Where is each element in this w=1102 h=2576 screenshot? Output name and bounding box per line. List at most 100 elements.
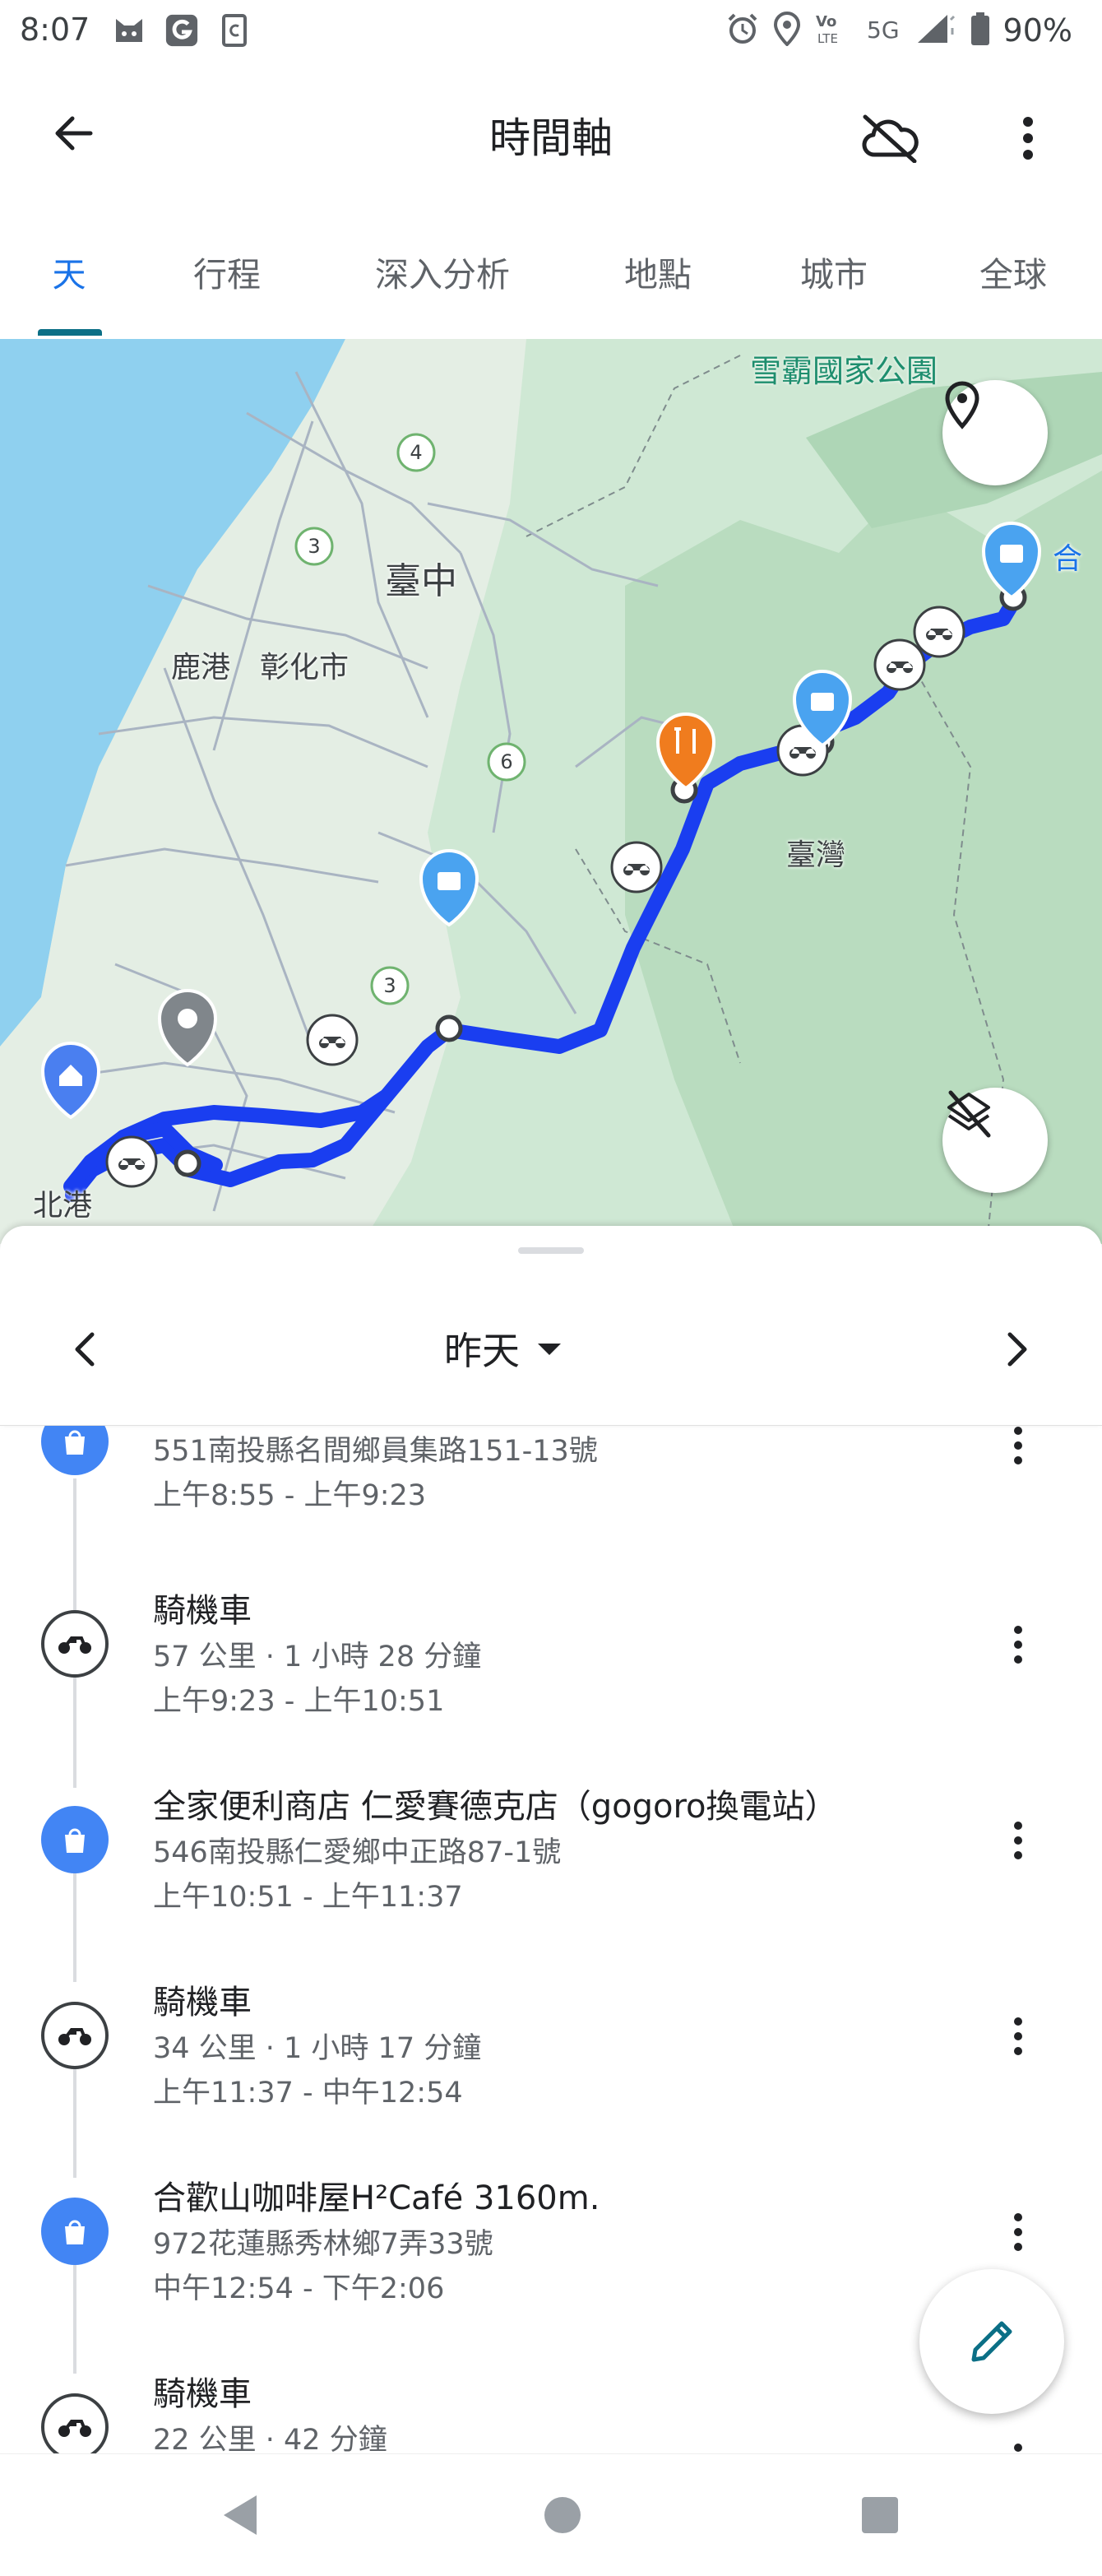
circle-home-icon bbox=[544, 2497, 581, 2533]
nav-back-button[interactable] bbox=[207, 2482, 273, 2548]
activity-distance-duration: 34 公里 · 1 小時 17 分鐘 bbox=[153, 2032, 482, 2065]
more-vert-icon bbox=[1014, 2213, 1022, 2251]
dropdown-arrow-icon bbox=[538, 1344, 561, 1355]
chevron-left-icon bbox=[75, 1332, 95, 1367]
route-badge-3b: 3 bbox=[383, 974, 396, 997]
more-vert-icon bbox=[1014, 1822, 1022, 1859]
location-pin-button[interactable] bbox=[942, 380, 1048, 485]
svg-text:5G: 5G bbox=[867, 16, 900, 44]
route-badge-4: 4 bbox=[410, 441, 422, 464]
shopping-bag-icon bbox=[41, 1426, 109, 1475]
day-label: 昨天 bbox=[444, 1329, 520, 1373]
more-vert-icon bbox=[1014, 2017, 1022, 2055]
signal-icon bbox=[914, 12, 957, 49]
layers-off-button[interactable] bbox=[942, 1088, 1048, 1193]
activity-distance-duration: 57 公里 · 1 小時 28 分鐘 bbox=[153, 1641, 482, 1673]
day-selector[interactable]: 昨天 bbox=[444, 1311, 563, 1385]
drag-handle[interactable] bbox=[518, 1247, 584, 1254]
item-more-button[interactable] bbox=[995, 1612, 1041, 1678]
location-icon bbox=[773, 11, 801, 49]
activity-title: 騎機車 bbox=[153, 1592, 252, 1630]
page-title: 時間軸 bbox=[489, 114, 613, 162]
tab-insights[interactable]: 深入分析 bbox=[375, 247, 510, 296]
map-label-lukang: 鹿港 bbox=[171, 651, 231, 685]
nav-recents-button[interactable] bbox=[847, 2482, 913, 2548]
back-button[interactable] bbox=[41, 100, 107, 166]
map-label-hehuan: 合 bbox=[1053, 542, 1083, 576]
motorcycle-icon bbox=[41, 2393, 109, 2454]
more-vert-icon bbox=[1014, 1626, 1022, 1664]
tab-cities[interactable]: 城市 bbox=[800, 247, 868, 296]
place-time-range: 上午8:55 - 上午9:23 bbox=[153, 1479, 427, 1512]
system-nav-bar bbox=[0, 2453, 1102, 2576]
previous-day-button[interactable] bbox=[58, 1316, 110, 1382]
bottom-sheet-header: 昨天 bbox=[0, 1226, 1102, 1425]
c-badge-icon bbox=[217, 12, 252, 49]
more-vert-icon bbox=[1014, 1427, 1022, 1464]
item-more-button[interactable] bbox=[995, 2199, 1041, 2265]
item-more-button[interactable] bbox=[995, 2003, 1041, 2069]
more-vert-icon bbox=[1023, 117, 1033, 160]
g-logo-icon bbox=[164, 12, 199, 49]
alarm-icon bbox=[725, 12, 760, 49]
route-badge-3a: 3 bbox=[308, 535, 320, 558]
tab-bar: 天 行程 深入分析 地點 城市 全球 bbox=[0, 230, 1102, 339]
tab-trips[interactable]: 行程 bbox=[193, 247, 261, 296]
map-label-beigang: 北港 bbox=[33, 1189, 93, 1223]
activity-title: 騎機車 bbox=[153, 1984, 252, 2021]
triangle-back-icon bbox=[224, 2495, 257, 2535]
map-label-changhua: 彰化市 bbox=[260, 651, 350, 685]
cloud-off-icon bbox=[862, 114, 919, 163]
cloud-off-button[interactable] bbox=[852, 105, 928, 171]
place-pin-icon bbox=[945, 381, 979, 429]
place-name: 全家便利商店 仁愛賽德克店（gogoro換電站） bbox=[153, 1788, 838, 1826]
shopping-bag-icon bbox=[41, 1806, 109, 1873]
activity-title: 騎機車 bbox=[153, 2375, 252, 2413]
5g-icon: 5G bbox=[867, 12, 901, 49]
more-options-button[interactable] bbox=[995, 105, 1061, 171]
more-vert-icon bbox=[1014, 2444, 1022, 2452]
status-time: 8:07 bbox=[20, 12, 90, 48]
place-address: 972花蓮縣秀林鄉7弄33號 bbox=[153, 2228, 493, 2261]
app-bar: 時間軸 bbox=[0, 69, 1102, 193]
nav-home-button[interactable] bbox=[530, 2482, 595, 2548]
item-more-button[interactable] bbox=[995, 1808, 1041, 1873]
next-day-button[interactable] bbox=[992, 1316, 1044, 1382]
chevron-right-icon bbox=[1007, 1332, 1027, 1367]
shopping-bag-icon bbox=[41, 2198, 109, 2265]
cat-face-icon bbox=[112, 12, 146, 49]
map-label-shei-pa-park: 雪霸國家公園 bbox=[750, 353, 938, 389]
activity-time-range: 上午9:23 - 上午10:51 bbox=[153, 1685, 445, 1718]
tab-world[interactable]: 全球 bbox=[979, 247, 1047, 296]
arrow-back-icon bbox=[55, 116, 93, 151]
map-view[interactable]: 4 3 6 3 雪霸國家公園 臺中 鹿港 彰化市 臺灣 北港 合 bbox=[0, 339, 1102, 1244]
timeline-place-item[interactable]: 合歡山咖啡屋H²Café 3160m. 972花蓮縣秀林鄉7弄33號 中午12:… bbox=[0, 2151, 1102, 2316]
svg-text:Vo: Vo bbox=[816, 13, 836, 30]
place-time-range: 上午10:51 - 上午11:37 bbox=[153, 1881, 463, 1914]
square-recents-icon bbox=[862, 2497, 898, 2533]
pencil-icon bbox=[971, 2321, 1012, 2362]
svg-text:LTE: LTE bbox=[817, 31, 838, 46]
route-badge-6: 6 bbox=[500, 750, 512, 773]
tab-day[interactable]: 天 bbox=[53, 247, 86, 296]
battery-percent: 90% bbox=[1002, 12, 1072, 49]
edit-button[interactable] bbox=[919, 2269, 1064, 2414]
item-more-button[interactable] bbox=[995, 1426, 1041, 1478]
map-label-taiwan: 臺灣 bbox=[786, 838, 846, 872]
timeline-activity-item[interactable]: 騎機車 34 公里 · 1 小時 17 分鐘 上午11:37 - 中午12:54 bbox=[0, 1956, 1102, 2120]
item-more-button[interactable] bbox=[995, 2430, 1041, 2454]
timeline-activity-item[interactable]: 騎機車 57 公里 · 1 小時 28 分鐘 上午9:23 - 上午10:51 bbox=[0, 1566, 1102, 1730]
motorcycle-icon bbox=[41, 1610, 109, 1678]
layers-off-icon bbox=[947, 1090, 991, 1138]
map-label-taichung: 臺中 bbox=[385, 560, 457, 602]
place-time-range: 中午12:54 - 下午2:06 bbox=[153, 2272, 445, 2305]
tab-indicator bbox=[38, 329, 102, 336]
tab-places[interactable]: 地點 bbox=[624, 247, 692, 296]
place-name: 合歡山咖啡屋H²Café 3160m. bbox=[153, 2179, 600, 2217]
timeline-place-item[interactable]: 全家便利商店 仁愛賽德克店（gogoro換電站） 546南投縣仁愛鄉中正路87-… bbox=[0, 1760, 1102, 1924]
motorcycle-icon bbox=[41, 2002, 109, 2069]
activity-time-range: 上午11:37 - 中午12:54 bbox=[153, 2077, 463, 2110]
status-bar: 8:07 Vo LTE 5G 90% bbox=[0, 0, 1102, 69]
volte-icon: Vo LTE bbox=[814, 12, 854, 49]
timeline-place-item[interactable]: 551南投縣名間鄉員集路151-13號 上午8:55 - 上午9:23 bbox=[0, 1426, 1102, 1525]
